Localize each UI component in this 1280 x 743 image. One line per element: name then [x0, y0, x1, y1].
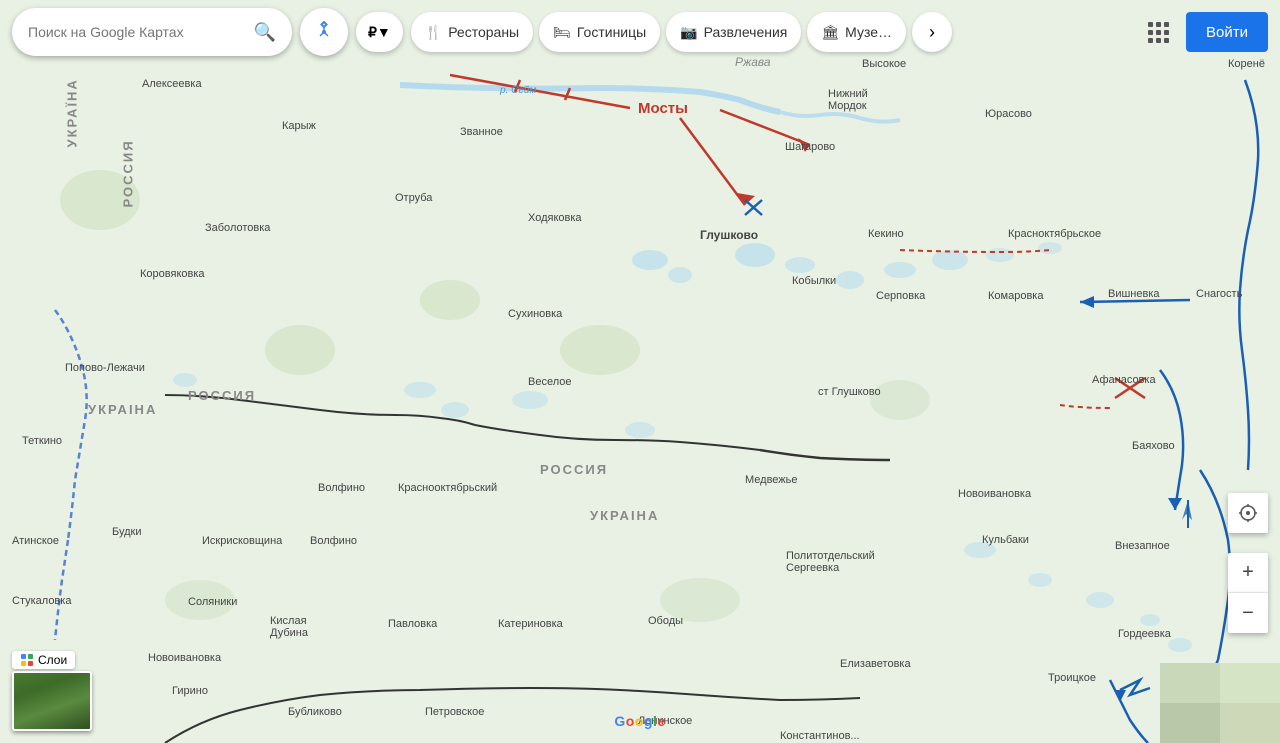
zoom-controls: + − — [1228, 553, 1268, 633]
mini-tile-3 — [1160, 703, 1220, 743]
layers-icon — [20, 653, 34, 667]
camera-icon: 📷 — [680, 24, 697, 41]
hotels-icon: 🛏 — [553, 24, 571, 41]
mini-map-tiles — [1160, 663, 1280, 743]
top-bar: 🔍 ₽▼ 🍴 Рестораны 🛏 Гостиницы � — [0, 0, 1280, 64]
search-input[interactable] — [28, 24, 246, 40]
google-logo: Google — [614, 713, 665, 729]
map-background — [0, 0, 1280, 743]
currency-button[interactable]: ₽▼ — [356, 12, 403, 52]
zoom-out-button[interactable]: − — [1228, 593, 1268, 633]
category-hotels[interactable]: 🛏 Гостиницы — [539, 12, 660, 52]
directions-icon — [312, 20, 336, 44]
apps-grid — [1148, 22, 1169, 43]
map-container: Мосты Алексеевка Карыж Званное Ржава Выс… — [0, 0, 1280, 743]
category-museums[interactable]: 🏛 Музе… — [807, 12, 906, 52]
directions-button[interactable] — [300, 8, 348, 56]
museum-icon: 🏛 — [821, 24, 839, 41]
search-box[interactable]: 🔍 — [12, 8, 292, 56]
locate-icon — [1238, 503, 1258, 523]
apps-button[interactable] — [1138, 12, 1178, 52]
restaurants-icon: 🍴 — [425, 24, 442, 41]
mini-tile-2 — [1220, 663, 1280, 703]
mini-tile-4 — [1220, 703, 1280, 743]
zoom-in-button[interactable]: + — [1228, 553, 1268, 593]
category-entertainment[interactable]: 📷 Развлечения — [666, 12, 801, 52]
mini-tile-1 — [1160, 663, 1220, 703]
thumbnail-image — [14, 673, 90, 729]
login-button[interactable]: Войти — [1186, 12, 1268, 52]
more-categories-button[interactable]: › — [912, 12, 952, 52]
layers-button[interactable]: Слои — [12, 651, 75, 669]
mini-map — [1160, 663, 1280, 743]
layers-label-text: Слои — [38, 653, 67, 667]
map-svg — [0, 0, 1280, 743]
locate-button[interactable] — [1228, 493, 1268, 533]
locate-btn-inner[interactable] — [1228, 493, 1268, 533]
categories-bar: 🍴 Рестораны 🛏 Гостиницы 📷 Развлечения 🏛 … — [411, 12, 952, 52]
search-icon[interactable]: 🔍 — [254, 22, 276, 43]
map-thumbnail[interactable] — [12, 671, 92, 731]
category-restaurants[interactable]: 🍴 Рестораны — [411, 12, 533, 52]
